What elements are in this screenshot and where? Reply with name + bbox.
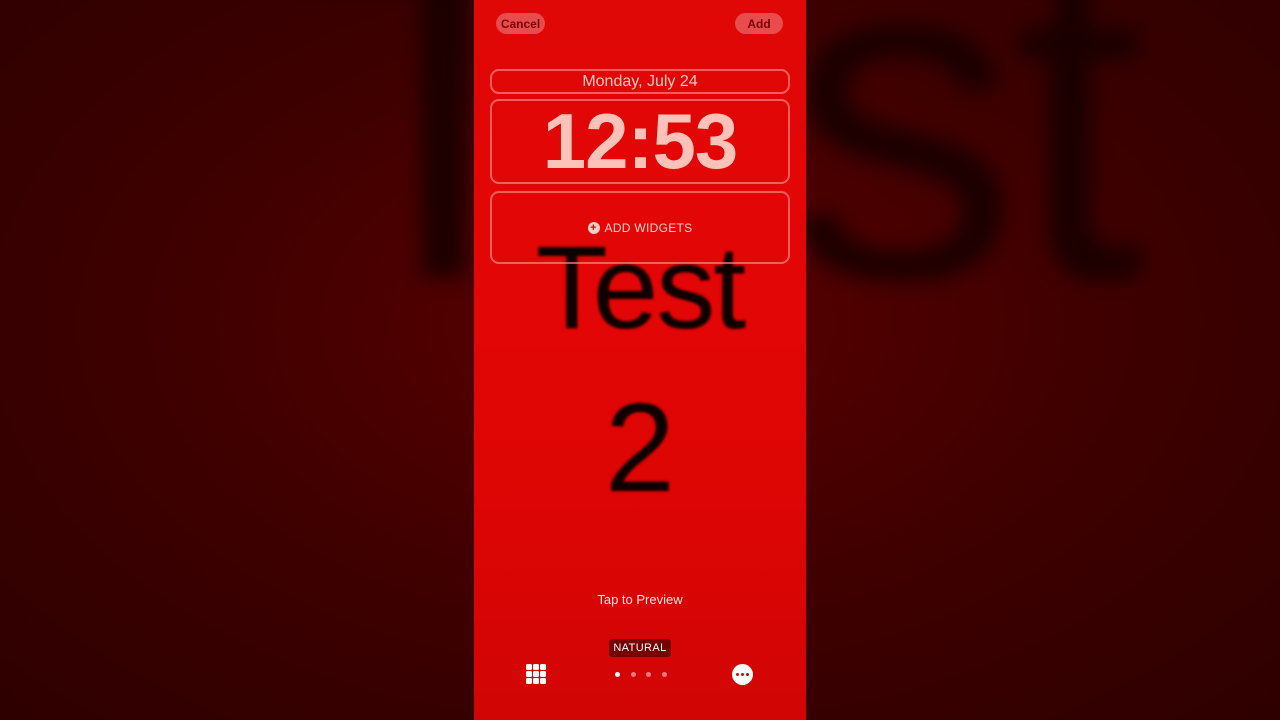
date-widget[interactable]: Monday, July 24: [490, 69, 790, 94]
add-widgets-label: ADD WIDGETS: [604, 221, 693, 235]
style-badge: NATURAL: [609, 639, 671, 657]
page-dot-3[interactable]: [646, 671, 652, 677]
lockscreen-editor: Cancel Add Monday, July 24 12:53 Test 2 …: [474, 0, 806, 720]
add-widgets-button[interactable]: + ADD WIDGETS: [492, 221, 788, 235]
clock-widget[interactable]: 12:53: [490, 97, 790, 185]
tap-to-preview[interactable]: Tap to Preview: [474, 592, 806, 607]
page-indicator: [615, 671, 667, 677]
photo-grid-icon[interactable]: [526, 664, 548, 684]
time-text: 12:53: [542, 97, 738, 185]
add-widgets-area[interactable]: + ADD WIDGETS: [490, 191, 790, 264]
page-dot-2[interactable]: [630, 671, 636, 677]
page-dot-4[interactable]: [661, 671, 667, 677]
add-button[interactable]: Add: [735, 13, 783, 34]
plus-circle-icon: +: [587, 222, 600, 234]
wallpaper-text-number: 2: [604, 377, 676, 518]
page-dot-1[interactable]: [615, 671, 620, 677]
more-options-icon[interactable]: [732, 664, 753, 685]
cancel-button[interactable]: Cancel: [496, 13, 545, 34]
date-text: Monday, July 24: [582, 72, 698, 90]
